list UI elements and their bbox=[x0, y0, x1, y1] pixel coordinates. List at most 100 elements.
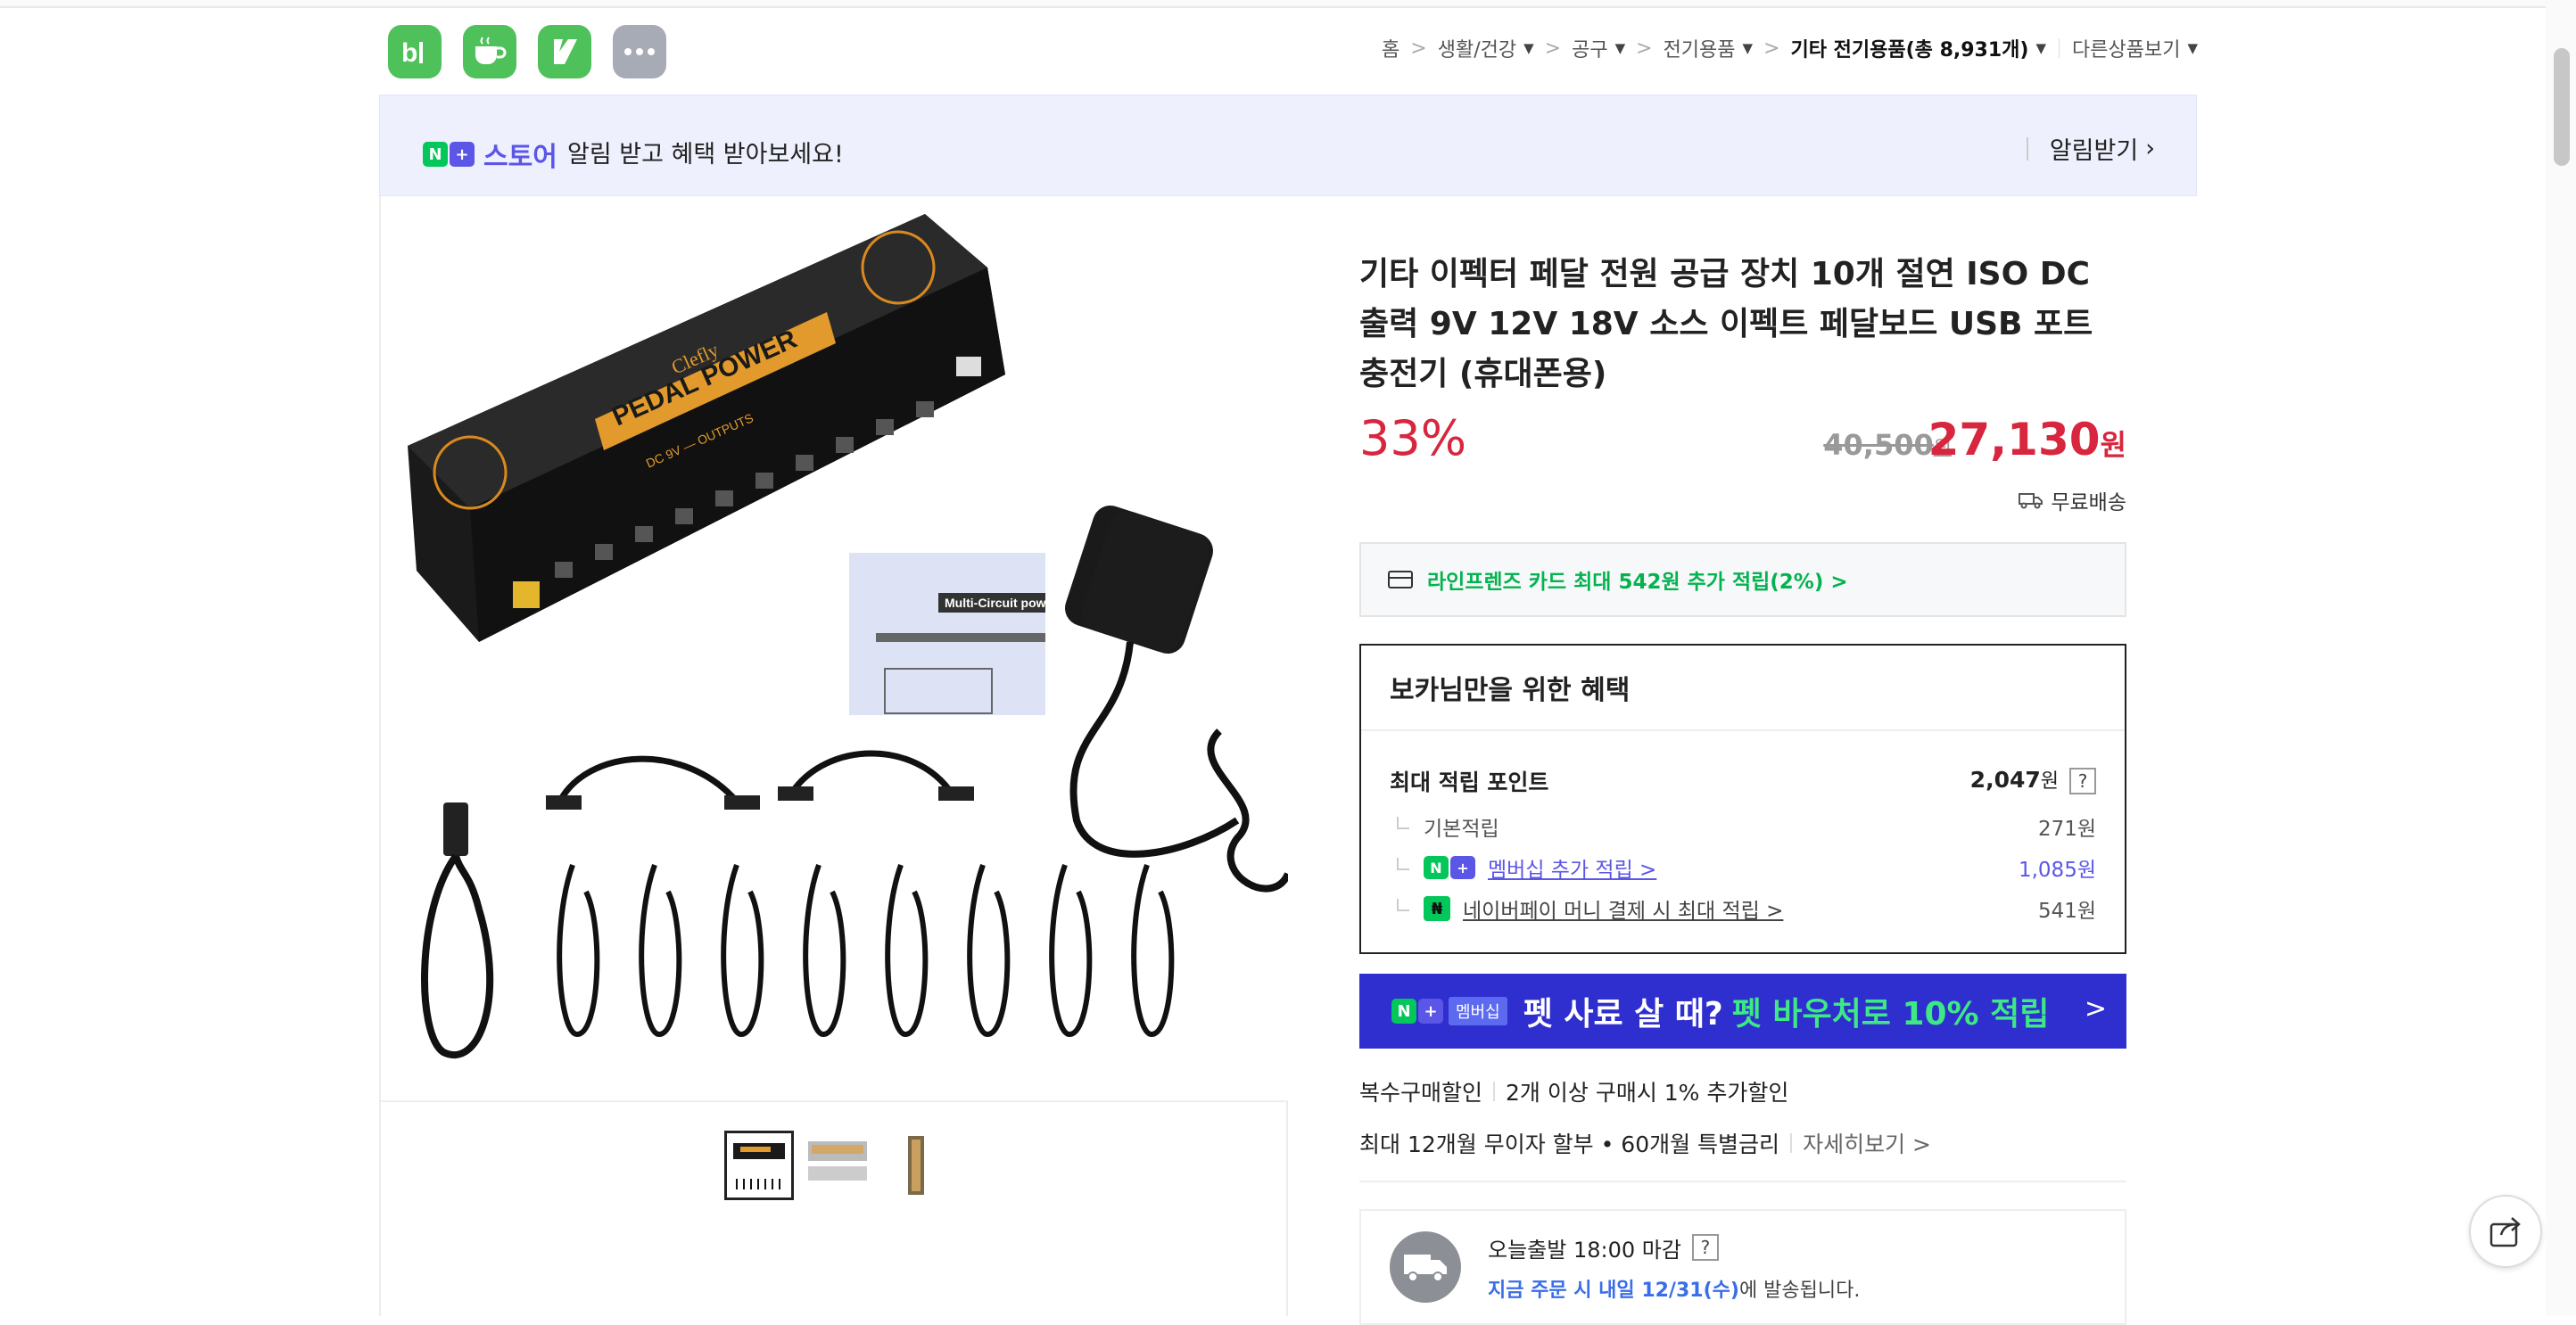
chevron-down-icon[interactable]: ▼ bbox=[2035, 40, 2046, 56]
delivery-text: 오늘출발 18:00 마감? 지금 주문 시 내일 12/31(수)에 발송됩니… bbox=[1488, 1232, 1860, 1303]
multi-buy-discount: 복수구매할인 2개 이상 구매시 1% 추가할인 bbox=[1359, 1075, 2126, 1107]
chevron-right-icon: > bbox=[2084, 993, 2107, 1025]
membership-points-link[interactable]: 멤버십 추가 적립 > bbox=[1488, 852, 1656, 883]
ac-adapter-image bbox=[1064, 505, 1288, 893]
chevron-right-icon: › bbox=[2145, 135, 2155, 162]
scrollbar-thumb[interactable] bbox=[2554, 48, 2570, 166]
banner-highlight: 펫 바우처로 10% 적립 bbox=[1731, 996, 2050, 1033]
naver-n-icon: N bbox=[423, 142, 448, 167]
breadcrumb: 홈 > 생활/건강 ▼ > 공구 ▼ > 전기용품 ▼ > 기타 전기용품(총 … bbox=[1382, 34, 2198, 62]
max-points-amount: 2,047원? bbox=[1970, 765, 2096, 797]
naver-n-icon: N bbox=[1391, 999, 1416, 1024]
multi-buy-value: 2개 이상 구매시 1% 추가할인 bbox=[1506, 1080, 1789, 1106]
more-icon[interactable] bbox=[613, 25, 666, 78]
points-unit: 원 bbox=[2040, 770, 2059, 793]
plus-icon: + bbox=[1450, 856, 1475, 879]
currency-unit: 원 bbox=[2100, 428, 2126, 462]
thumbnail-2[interactable] bbox=[803, 1131, 872, 1200]
benefit-row-value: 271원 bbox=[2037, 818, 2096, 841]
installment-label: 최대 12개월 무이자 할부 • 60개월 특별금리 bbox=[1359, 1132, 1780, 1157]
breadcrumb-separator: > bbox=[1636, 37, 1653, 60]
product-info-panel: 기타 이펙터 페달 전원 공급 장치 10개 절연 ISO DC 출력 9V 1… bbox=[1359, 250, 2126, 1325]
delivery-highlight: 지금 주문 시 내일 12/31(수) bbox=[1488, 1279, 1739, 1302]
share-button[interactable] bbox=[2469, 1195, 2542, 1268]
discount-rate: 33% bbox=[1359, 410, 1467, 466]
page-scrollbar[interactable] bbox=[2546, 0, 2576, 1316]
max-points-row: 최대 적립 포인트 2,047원? bbox=[1361, 731, 2125, 797]
benefit-row-naverpay: ₦ 네이버페이 머니 결제 시 최대 적립 > 541원 bbox=[1361, 888, 2125, 929]
alert-message: 알림 받고 혜택 받아보세요! bbox=[567, 141, 844, 169]
breadcrumb-tools[interactable]: 공구 bbox=[1572, 34, 1607, 62]
chevron-down-icon[interactable]: ▼ bbox=[1523, 40, 1534, 56]
svg-text:b: b bbox=[401, 38, 417, 68]
delivery-title-row: 오늘출발 18:00 마감? bbox=[1488, 1232, 1860, 1263]
sale-price: 27,130원 bbox=[1928, 414, 2126, 465]
cafe-icon[interactable] bbox=[463, 25, 516, 78]
store-alert-banner: N + 스토어 알림 받고 혜택 받아보세요! 알림받기 › bbox=[379, 95, 2197, 196]
help-icon[interactable]: ? bbox=[2069, 768, 2096, 794]
manual-title-text: Multi-Circuit pow bbox=[945, 596, 1046, 610]
benefit-box: 보카님만을 위한 혜택 최대 적립 포인트 2,047원? 기본적립 271원 … bbox=[1359, 644, 2126, 954]
breadcrumb-current-category[interactable]: 기타 전기용품(총 8,931개) bbox=[1791, 34, 2029, 62]
benefit-row-label: 기본적립 bbox=[1424, 818, 1499, 841]
multi-buy-label: 복수구매할인 bbox=[1359, 1080, 1483, 1106]
subscribe-alert-button[interactable]: 알림받기 › bbox=[2026, 131, 2155, 166]
card-offer-box[interactable]: 라인프렌즈 카드 최대 542원 추가 적립(2%) > bbox=[1359, 542, 2126, 617]
delivery-box: 오늘출발 18:00 마감? 지금 주문 시 내일 12/31(수)에 발송됩니… bbox=[1359, 1209, 2126, 1325]
thumbnail-strip bbox=[724, 1131, 951, 1200]
tree-corner bbox=[1397, 858, 1409, 870]
kakao-story-icon[interactable] bbox=[538, 25, 591, 78]
naver-n-icon: N bbox=[1424, 856, 1449, 879]
max-points-label: 최대 적립 포인트 bbox=[1390, 769, 1549, 795]
band-icon[interactable]: b bbox=[388, 25, 442, 78]
original-price-value: 40,500 bbox=[1823, 428, 1934, 462]
plus-icon: + bbox=[1418, 999, 1443, 1024]
breadcrumb-home[interactable]: 홈 bbox=[1382, 34, 1399, 62]
breadcrumb-divider bbox=[2059, 38, 2060, 58]
benefit-row-value: 541원 bbox=[2037, 900, 2096, 923]
plus-icon: + bbox=[450, 142, 475, 167]
tree-corner bbox=[1397, 817, 1409, 829]
max-points-value: 2,047 bbox=[1969, 767, 2041, 793]
delivery-suffix: 에 발송됩니다. bbox=[1738, 1279, 1861, 1302]
installment-more-link[interactable]: 자세히보기 > bbox=[1803, 1127, 1931, 1159]
breadcrumb-electrical[interactable]: 전기용품 bbox=[1664, 34, 1736, 62]
product-main-image[interactable]: PEDAL POWER Clefly DC 9V — OUTPUTS Multi… bbox=[381, 196, 1288, 1102]
product-title: 기타 이펙터 페달 전원 공급 장치 10개 절연 ISO DC 출력 9V 1… bbox=[1359, 256, 2093, 392]
benefit-row-membership: N + 멤버십 추가 적립 > 1,085원 bbox=[1361, 847, 2125, 888]
naverpay-points-link[interactable]: 네이버페이 머니 결제 시 최대 적립 > bbox=[1463, 893, 1783, 924]
chevron-down-icon[interactable]: ▼ bbox=[1743, 40, 1754, 56]
card-offer-text: 라인프렌즈 카드 최대 542원 추가 적립(2%) > bbox=[1427, 571, 1848, 594]
chevron-down-icon[interactable]: ▼ bbox=[2187, 40, 2198, 56]
delivery-title: 오늘출발 18:00 마감 bbox=[1488, 1237, 1681, 1263]
delivery-schedule: 지금 주문 시 내일 12/31(수)에 발송됩니다. bbox=[1488, 1274, 1860, 1303]
chevron-down-icon[interactable]: ▼ bbox=[1615, 40, 1626, 56]
credit-card-icon bbox=[1388, 571, 1413, 588]
thumbnail-3[interactable] bbox=[881, 1131, 951, 1200]
manual-sheet-image: Multi-Circuit pow bbox=[849, 553, 1046, 715]
browser-top-edge bbox=[0, 0, 2576, 8]
app-icon-bar: b bbox=[388, 25, 666, 78]
divider bbox=[1493, 1082, 1496, 1101]
share-icon bbox=[2489, 1217, 2521, 1247]
breadcrumb-health[interactable]: 생활/건강 bbox=[1438, 34, 1516, 62]
store-label: 스토어 bbox=[483, 142, 557, 173]
help-icon[interactable]: ? bbox=[1691, 1234, 1719, 1261]
breadcrumb-separator: > bbox=[1544, 37, 1562, 60]
subscribe-alert-label: 알림받기 bbox=[2049, 137, 2139, 165]
usb-cable-image bbox=[421, 802, 494, 1058]
thumbnail-1[interactable] bbox=[724, 1131, 794, 1200]
other-products-link[interactable]: 다른상품보기 bbox=[2072, 34, 2180, 62]
section-divider bbox=[1359, 1181, 2126, 1182]
installment-info: 최대 12개월 무이자 할부 • 60개월 특별금리 자세히보기 > bbox=[1359, 1127, 2126, 1159]
banner-text: 펫 사료 살 때? bbox=[1523, 996, 1723, 1033]
naver-plus-store-logo: N + 스토어 bbox=[423, 135, 557, 174]
benefit-row-value: 1,085원 bbox=[2018, 859, 2096, 882]
dc-cables-image bbox=[557, 863, 1175, 1038]
membership-pet-banner[interactable]: N + 멤버십 펫 사료 살 때? 펫 바우처로 10% 적립 > bbox=[1359, 974, 2126, 1049]
delivery-truck-icon bbox=[1390, 1231, 1461, 1303]
patch-cables-image bbox=[546, 750, 974, 810]
breadcrumb-separator: > bbox=[1410, 37, 1427, 60]
price-row: 33% 40,500 원 27,130원 bbox=[1359, 410, 2126, 490]
truck-icon bbox=[2019, 493, 2043, 509]
